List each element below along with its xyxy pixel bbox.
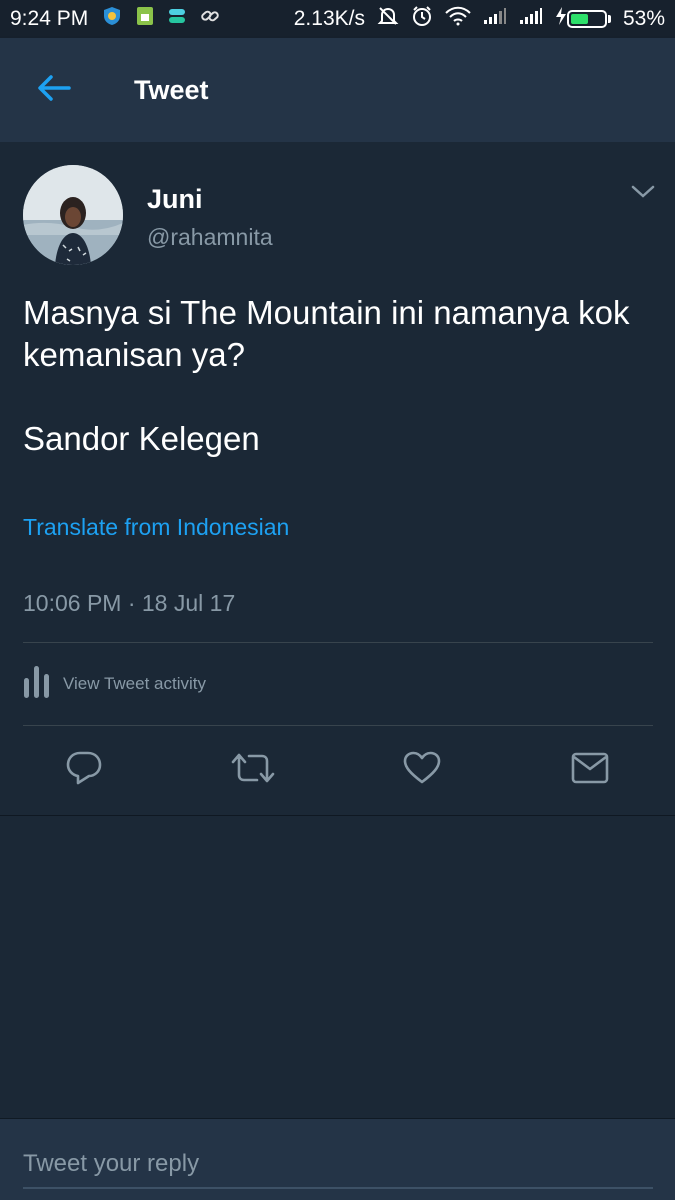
signal-icon xyxy=(483,7,507,31)
tweet-text-line: Masnya si The Mountain ini namanya kok k… xyxy=(23,294,630,373)
bar-chart-icon xyxy=(23,664,51,705)
wifi-icon xyxy=(445,6,471,32)
battery-indicator xyxy=(555,6,611,32)
muted-bell-icon xyxy=(377,5,399,33)
battery-fill xyxy=(570,14,588,24)
author-name[interactable]: Juni xyxy=(147,184,203,215)
link-icon xyxy=(200,6,220,32)
chevron-down-icon xyxy=(630,185,656,206)
charging-icon xyxy=(555,6,567,32)
shield-app-icon xyxy=(102,6,122,32)
battery-percent: 53% xyxy=(622,7,665,30)
reply-button[interactable] xyxy=(62,748,106,792)
sim-icon xyxy=(136,6,154,32)
reply-bar xyxy=(0,1118,675,1200)
tweet-text: Masnya si The Mountain ini namanya kok k… xyxy=(23,292,643,460)
status-time: 9:24 PM xyxy=(10,7,89,30)
retweet-button[interactable] xyxy=(231,748,275,792)
tweet-detail: Juni @rahamnita Masnya si The Mountain i… xyxy=(0,142,675,816)
activity-label: View Tweet activity xyxy=(63,674,206,693)
app-bar: Tweet xyxy=(0,38,675,142)
retweet-icon xyxy=(231,751,275,790)
reply-icon xyxy=(65,750,103,791)
tweet-menu-button[interactable] xyxy=(630,182,658,206)
direct-message-button[interactable] xyxy=(568,748,612,792)
network-speed: 2.13K/s xyxy=(293,7,365,30)
tweet-actions xyxy=(0,740,675,800)
heart-icon xyxy=(403,751,441,790)
author-handle[interactable]: @rahamnita xyxy=(147,224,273,251)
page-title: Tweet xyxy=(134,74,209,105)
status-bar: 9:24 PM 2.13K/s 53% xyxy=(0,0,675,38)
translate-link[interactable]: Translate from Indonesian xyxy=(23,514,289,541)
tweet-text-line: Sandor Kelegen xyxy=(23,420,260,457)
battery-icon xyxy=(566,10,607,28)
like-button[interactable] xyxy=(400,748,444,792)
envelope-icon xyxy=(571,752,609,789)
tweet-timestamp: 10:06 PM · 18 Jul 17 xyxy=(23,590,236,616)
avatar[interactable] xyxy=(23,165,123,265)
divider xyxy=(23,725,653,726)
app-icon xyxy=(168,7,186,31)
alarm-icon xyxy=(411,5,433,33)
arrow-left-icon xyxy=(37,74,71,106)
divider xyxy=(23,642,653,643)
back-button[interactable] xyxy=(24,60,84,120)
view-tweet-activity-button[interactable]: View Tweet activity xyxy=(23,664,206,704)
reply-input[interactable] xyxy=(23,1141,653,1189)
signal-icon xyxy=(519,7,543,31)
